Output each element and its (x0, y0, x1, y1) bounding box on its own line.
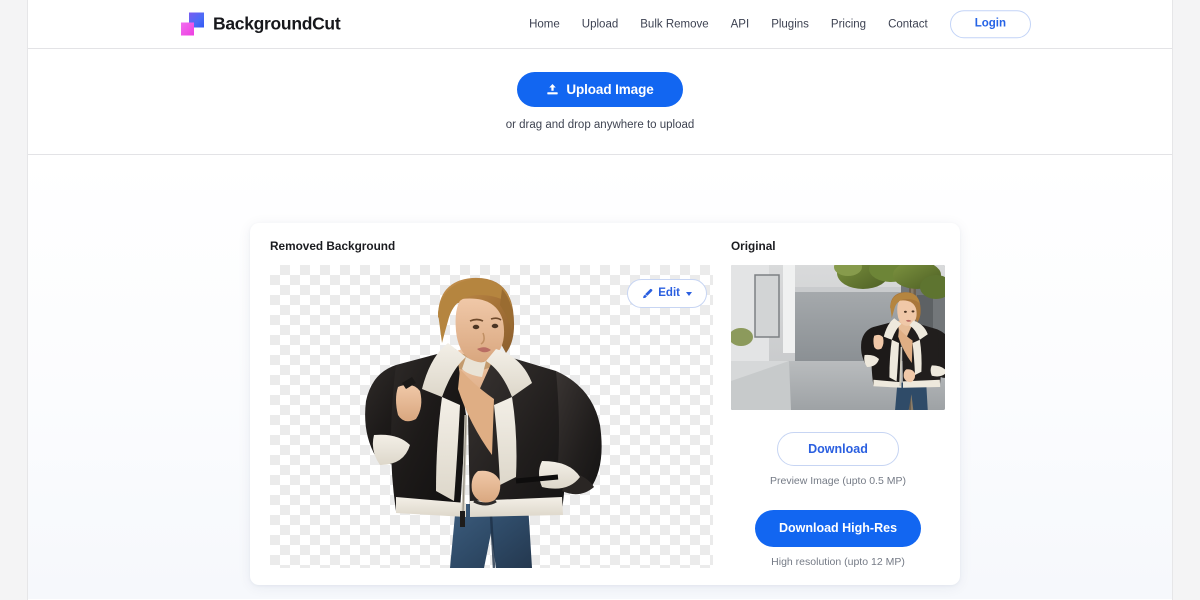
nav-plugins[interactable]: Plugins (760, 12, 820, 36)
download-high-res-note: High resolution (upto 12 MP) (771, 555, 905, 568)
edit-button-label: Edit (658, 286, 680, 299)
overlapping-squares-icon (181, 12, 204, 36)
upload-section: Upload Image or drag and drop anywhere t… (28, 49, 1172, 155)
nav-api[interactable]: API (720, 12, 761, 36)
result-area: Removed Background Edit Original Downloa… (28, 155, 1172, 599)
download-high-res-button[interactable]: Download High-Res (754, 510, 922, 547)
upload-image-button[interactable]: Upload Image (517, 71, 683, 108)
brand-logo-link[interactable]: BackgroundCut (181, 12, 341, 36)
nav-bulk-remove[interactable]: Bulk Remove (629, 12, 719, 36)
upload-image-button-label: Upload Image (566, 81, 654, 97)
site-header: BackgroundCut Home Upload Bulk Remove AP… (28, 0, 1172, 49)
caret-down-icon (686, 291, 692, 296)
nav-contact[interactable]: Contact (877, 12, 939, 36)
cutout-subject-image (365, 277, 602, 568)
removed-background-column: Removed Background Edit (270, 239, 713, 568)
upload-icon (547, 83, 559, 95)
page-container: BackgroundCut Home Upload Bulk Remove AP… (27, 0, 1173, 600)
brush-icon (643, 288, 653, 299)
brand-name: BackgroundCut (213, 13, 341, 34)
nav-upload[interactable]: Upload (571, 12, 629, 36)
main-navigation: Home Upload Bulk Remove API Plugins Pric… (518, 10, 1031, 38)
original-column: Original Download Preview Image (upto 0.… (713, 239, 945, 568)
nav-pricing[interactable]: Pricing (820, 12, 877, 36)
download-button[interactable]: Download (777, 431, 899, 467)
nav-home[interactable]: Home (518, 12, 571, 36)
drag-drop-hint: or drag and drop anywhere to upload (505, 119, 695, 132)
removed-background-preview[interactable]: Edit (270, 264, 713, 568)
removed-background-title: Removed Background (270, 239, 396, 253)
login-button[interactable]: Login (949, 10, 1031, 38)
download-note: Preview Image (upto 0.5 MP) (770, 475, 906, 488)
original-image-thumbnail[interactable] (731, 264, 945, 410)
result-card: Removed Background Edit Original Downloa… (250, 223, 960, 585)
download-actions: Download Preview Image (upto 0.5 MP) Dow… (731, 431, 945, 568)
original-title: Original (731, 239, 776, 253)
edit-button[interactable]: Edit (627, 278, 707, 309)
